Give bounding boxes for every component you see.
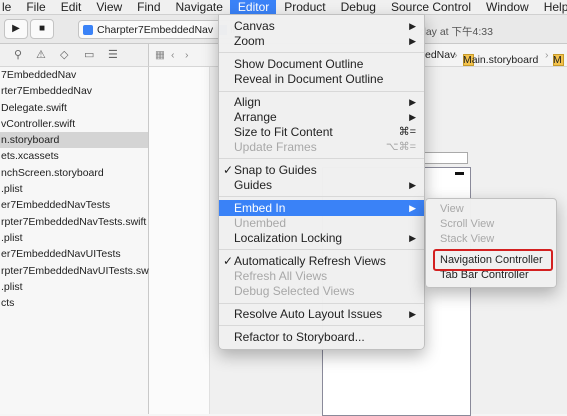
chevron-right-icon: › xyxy=(545,49,549,61)
scheme-name: Charpter7EmbeddedNav xyxy=(97,23,214,36)
diamond-icon[interactable]: ◇ xyxy=(60,48,68,61)
menu-view[interactable]: View xyxy=(88,0,129,14)
status-text: day at 下午4:33 xyxy=(420,26,493,38)
submenu-arrow-icon: ▶ xyxy=(409,36,416,46)
report-icon[interactable]: ☰ xyxy=(108,48,118,61)
menu-item-show-document-outline[interactable]: Show Document Outline xyxy=(219,56,424,72)
menu-item-align[interactable]: Align ▶ xyxy=(219,94,424,110)
annotation-highlight-box xyxy=(433,249,553,271)
submenu-arrow-icon: ▶ xyxy=(409,21,416,31)
menu-source-control[interactable]: Source Control xyxy=(383,0,478,14)
menu-item-resolve-auto-layout[interactable]: Resolve Auto Layout Issues ▶ xyxy=(219,306,424,322)
menu-item-refresh-all-views: Refresh All Views xyxy=(234,269,328,283)
menu-item-refactor-to-storyboard[interactable]: Refactor to Storyboard... xyxy=(219,329,424,345)
menu-xcode[interactable]: le xyxy=(0,0,18,14)
menu-item-unembed: Unembed xyxy=(234,216,287,230)
file-item[interactable]: ets.xcassets xyxy=(0,148,148,164)
menu-navigate[interactable]: Navigate xyxy=(168,0,230,14)
submenu-item-view: View xyxy=(440,203,464,215)
battery-icon xyxy=(455,172,464,175)
back-icon[interactable]: ‹ xyxy=(171,49,175,61)
chevron-right-icon: › xyxy=(454,49,458,61)
warning-icon[interactable]: ⚠ xyxy=(36,48,46,61)
menu-bar: le File Edit View Find Navigate Editor P… xyxy=(0,0,567,15)
submenu-arrow-icon: ▶ xyxy=(409,112,416,122)
menu-edit[interactable]: Edit xyxy=(53,0,89,14)
file-item[interactable]: rpter7EmbeddedNavTests.swift xyxy=(0,214,148,230)
submenu-arrow-icon: ▶ xyxy=(409,309,416,319)
menu-separator xyxy=(219,158,424,159)
project-navigator: 7EmbeddedNav rter7EmbeddedNav Delegate.s… xyxy=(0,67,157,414)
menu-separator xyxy=(219,325,424,326)
menu-item-auto-refresh-views[interactable]: ✓ Automatically Refresh Views xyxy=(219,253,424,269)
breakpoint-icon[interactable]: ▭ xyxy=(84,48,94,61)
menu-help[interactable]: Help xyxy=(536,0,567,14)
file-item[interactable]: cts xyxy=(0,295,148,311)
submenu-item-stack-view: Stack View xyxy=(440,233,495,245)
menu-separator xyxy=(219,52,424,53)
editor-menu: Canvas ▶ Zoom ▶ Show Document Outline Re… xyxy=(218,14,425,350)
file-item[interactable]: er7EmbeddedNavUITests xyxy=(0,246,148,262)
menu-editor[interactable]: Editor xyxy=(229,0,277,14)
forward-icon[interactable]: › xyxy=(185,49,189,61)
menu-find[interactable]: Find xyxy=(129,0,167,14)
menu-item-reveal-in-outline[interactable]: Reveal in Document Outline xyxy=(219,71,424,87)
shortcut-label: ⌘= xyxy=(398,126,416,138)
menu-item-arrange[interactable]: Arrange ▶ xyxy=(219,109,424,125)
navigator-bar: ⚲ ⚠ ◇ ▭ ☰ xyxy=(0,44,149,67)
submenu-arrow-icon: ▶ xyxy=(409,203,416,213)
menu-debug[interactable]: Debug xyxy=(333,0,383,14)
checkmark-icon: ✓ xyxy=(223,254,234,268)
checkmark-icon: ✓ xyxy=(223,163,234,177)
menu-separator xyxy=(219,303,424,304)
breadcrumb-scene-label: M xyxy=(553,54,562,66)
run-button[interactable]: ▶ xyxy=(4,19,28,39)
submenu-item-scroll-view: Scroll View xyxy=(440,218,495,230)
menu-item-debug-selected-views: Debug Selected Views xyxy=(234,284,355,298)
grid-icon[interactable]: ▦ xyxy=(155,49,165,61)
file-item[interactable]: 7EmbeddedNav xyxy=(0,67,148,83)
menu-item-guides[interactable]: Guides ▶ xyxy=(219,177,424,193)
file-item-selected[interactable]: n.storyboard xyxy=(0,132,148,149)
file-item[interactable]: rpter7EmbeddedNavUITests.swift xyxy=(0,263,157,279)
file-item[interactable]: vController.swift xyxy=(0,116,148,132)
menu-item-embed-in[interactable]: Embed In ▶ xyxy=(219,200,424,216)
menu-item-localization-locking[interactable]: Localization Locking ▶ xyxy=(219,230,424,246)
menu-file[interactable]: File xyxy=(18,0,52,14)
menu-item-size-to-fit[interactable]: Size to Fit Content ⌘= xyxy=(219,124,424,140)
file-item[interactable]: .plist xyxy=(0,230,148,246)
menu-separator xyxy=(219,196,424,197)
submenu-arrow-icon: ▶ xyxy=(409,97,416,107)
submenu-arrow-icon: ▶ xyxy=(409,233,416,243)
file-item[interactable]: Delegate.swift xyxy=(0,100,148,116)
file-item[interactable]: er7EmbeddedNavTests xyxy=(0,197,148,213)
menu-item-snap-to-guides[interactable]: ✓ Snap to Guides xyxy=(219,162,424,178)
breadcrumb-storyboard-label: Main.storyboard xyxy=(463,54,539,66)
submenu-arrow-icon: ▶ xyxy=(409,180,416,190)
menu-item-update-frames: Update Frames ⌥⌘= xyxy=(234,140,416,154)
file-item[interactable]: .plist xyxy=(0,181,148,197)
search-icon[interactable]: ⚲ xyxy=(14,48,22,61)
menu-item-canvas[interactable]: Canvas ▶ xyxy=(219,18,424,34)
file-item[interactable]: nchScreen.storyboard xyxy=(0,165,148,181)
file-item[interactable]: .plist xyxy=(0,279,148,295)
shortcut-label: ⌥⌘= xyxy=(385,141,416,153)
scene-dock[interactable] xyxy=(422,152,468,164)
stop-button[interactable]: ■ xyxy=(30,19,54,39)
embed-in-submenu: View Scroll View Stack View Navigation C… xyxy=(425,198,557,288)
menu-item-zoom[interactable]: Zoom ▶ xyxy=(219,33,424,49)
menu-separator xyxy=(219,91,424,92)
breadcrumb-project[interactable]: edNav xyxy=(425,49,455,61)
menu-product[interactable]: Product xyxy=(276,0,332,14)
document-outline xyxy=(149,67,210,414)
app-icon xyxy=(83,24,93,35)
menu-window[interactable]: Window xyxy=(478,0,536,14)
menu-separator xyxy=(219,249,424,250)
file-item[interactable]: rter7EmbeddedNav xyxy=(0,83,148,99)
